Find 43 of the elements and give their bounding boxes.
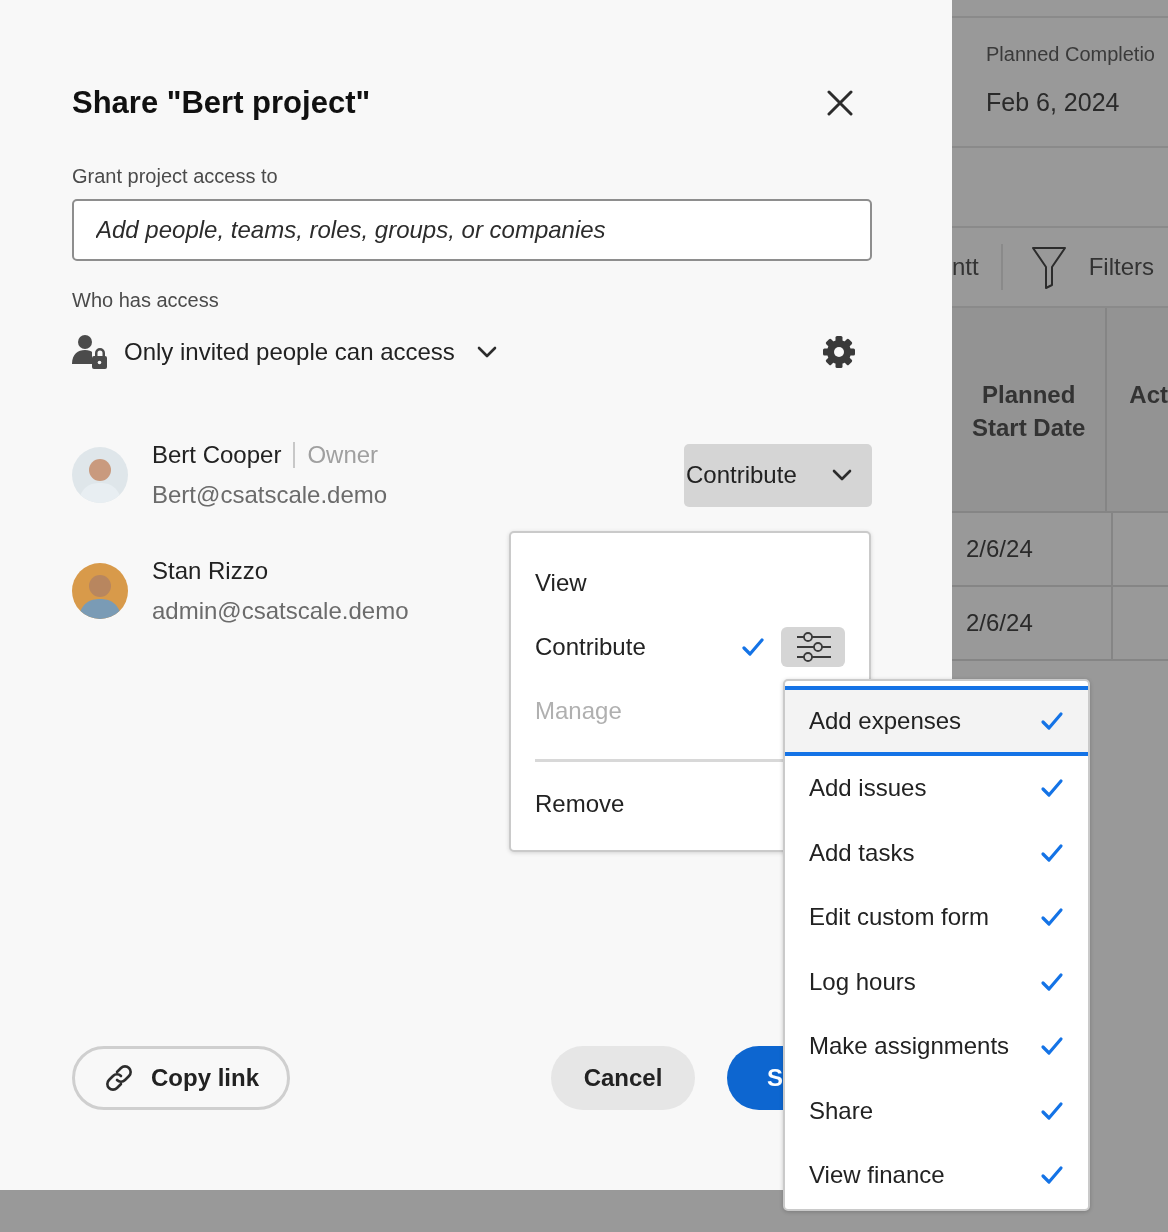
avatar (72, 447, 128, 503)
filter-icon[interactable] (1030, 245, 1067, 289)
menu-item[interactable]: Remove (535, 790, 625, 818)
section-label: Who has access (72, 289, 220, 312)
toolbar-item[interactable]: ntt (952, 253, 979, 281)
settings-icon[interactable] (822, 335, 856, 369)
menu-item[interactable]: Contribute (535, 633, 646, 661)
table-cell: 2/6/24 (952, 513, 1113, 585)
table-cell: 2/6/24 (952, 587, 1113, 659)
copy-link-button[interactable]: Copy link (72, 1046, 290, 1110)
close-icon[interactable] (827, 90, 853, 116)
column-header[interactable]: Planned Start Date (952, 308, 1108, 511)
menu-item[interactable]: Add expenses (785, 686, 1088, 756)
primary-button[interactable]: S (727, 1046, 783, 1110)
person-name: Bert Cooper (152, 441, 282, 469)
chevron-down-icon[interactable] (476, 345, 497, 359)
access-dropdown[interactable]: Only invited people can access (124, 338, 455, 366)
date-value: Feb 6, 2024 (986, 88, 1121, 117)
link-icon (103, 1062, 135, 1094)
menu-item[interactable]: View finance (785, 1143, 1088, 1208)
person-email: admin@csatscale.demo (152, 597, 409, 625)
avatar (72, 563, 128, 619)
menu-item[interactable]: Add tasks (785, 820, 1088, 885)
chevron-down-icon (832, 468, 852, 482)
person-email: Bert@csatscale.demo (152, 481, 388, 509)
sliders-button[interactable] (781, 627, 845, 667)
menu-item[interactable]: Make assignments (785, 1014, 1088, 1079)
permission-dropdown[interactable]: Contribute (684, 443, 872, 507)
menu-item[interactable]: View (535, 569, 587, 597)
person-lock-icon (72, 334, 108, 370)
menu-item[interactable]: Share (785, 1078, 1088, 1143)
column-header[interactable]: Act (1107, 308, 1168, 511)
menu-item[interactable]: Add issues (785, 756, 1088, 821)
toolbar-item[interactable]: Filters (1088, 253, 1155, 281)
person-role: Owner (307, 441, 379, 469)
field-label: Grant project access to (72, 165, 279, 188)
dialog-title: Share "Bert project" (72, 85, 371, 121)
person-name: Stan Rizzo (152, 557, 269, 585)
menu-item[interactable]: Log hours (785, 949, 1088, 1014)
field-label: Planned Completio (986, 43, 1156, 66)
sliders-icon (795, 632, 831, 662)
menu-item[interactable]: Edit custom form (785, 885, 1088, 950)
cancel-button[interactable]: Cancel (551, 1046, 695, 1110)
